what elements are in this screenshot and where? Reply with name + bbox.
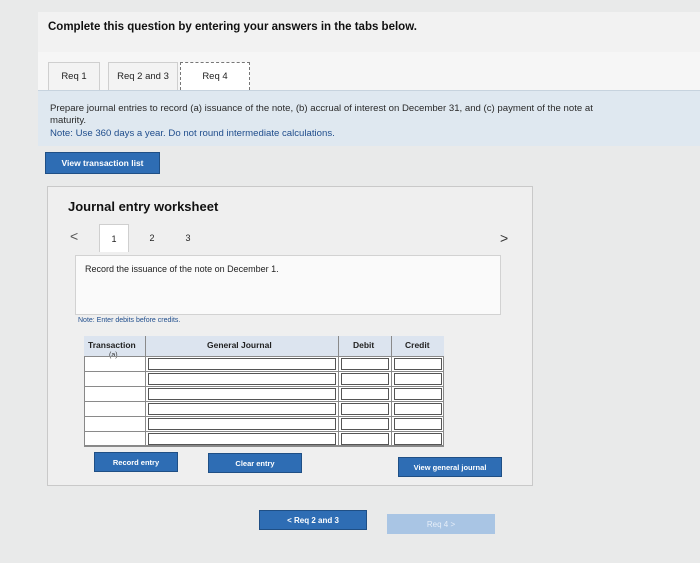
general-journal-input[interactable]	[148, 418, 336, 430]
prompt-text: Prepare journal entries to record (a) is…	[50, 103, 593, 114]
worksheet-page-2[interactable]: 2	[137, 224, 167, 252]
row-divider	[84, 431, 444, 432]
row-divider	[84, 371, 444, 372]
credit-input[interactable]	[394, 403, 442, 415]
col-header-transaction: Transaction	[88, 340, 136, 350]
record-entry-button[interactable]: Record entry	[94, 452, 178, 472]
general-journal-input[interactable]	[148, 373, 336, 385]
chevron-left-icon[interactable]: <	[70, 228, 78, 244]
view-transaction-list-button[interactable]: View transaction list	[45, 152, 160, 174]
note-debits-before-credits: Note: Enter debits before credits.	[78, 317, 181, 324]
row-divider	[84, 446, 444, 447]
tab-req-4[interactable]: Req 4	[180, 62, 250, 90]
view-general-journal-button[interactable]: View general journal	[398, 457, 502, 477]
prev-req-button[interactable]: < Req 2 and 3	[259, 510, 367, 530]
credit-input[interactable]	[394, 388, 442, 400]
next-req-button[interactable]: Req 4 >	[387, 514, 495, 534]
tab-req-2-and-3[interactable]: Req 2 and 3	[108, 62, 178, 90]
credit-input[interactable]	[394, 358, 442, 370]
general-journal-input[interactable]	[148, 403, 336, 415]
general-journal-input[interactable]	[148, 388, 336, 400]
credit-input[interactable]	[394, 373, 442, 385]
worksheet-page-1[interactable]: 1	[99, 224, 129, 252]
credit-input[interactable]	[394, 418, 442, 430]
debit-input[interactable]	[341, 403, 389, 415]
row-divider	[84, 386, 444, 387]
prompt-note: Note: Use 360 days a year. Do not round …	[50, 128, 335, 139]
row-divider	[84, 401, 444, 402]
col-header-credit: Credit	[405, 340, 430, 350]
row-divider	[84, 356, 444, 357]
tab-req-1[interactable]: Req 1	[48, 62, 100, 90]
debit-input[interactable]	[341, 373, 389, 385]
debit-input[interactable]	[341, 358, 389, 370]
worksheet-page-3[interactable]: 3	[173, 224, 203, 252]
prompt-text-continued: maturity.	[50, 115, 87, 126]
col-header-debit: Debit	[353, 340, 375, 350]
column-divider	[145, 336, 146, 446]
general-journal-input[interactable]	[148, 433, 336, 445]
column-divider	[391, 336, 392, 446]
instruction-text: Complete this question by entering your …	[48, 21, 417, 33]
column-divider	[338, 336, 339, 446]
worksheet-title: Journal entry worksheet	[68, 199, 219, 214]
debit-input[interactable]	[341, 388, 389, 400]
general-journal-input[interactable]	[148, 358, 336, 370]
record-instruction-text: Record the issuance of the note on Decem…	[85, 264, 279, 274]
row-divider	[84, 416, 444, 417]
debit-input[interactable]	[341, 418, 389, 430]
debit-input[interactable]	[341, 433, 389, 445]
col-header-general-journal: General Journal	[207, 340, 272, 350]
clear-entry-button[interactable]: Clear entry	[208, 453, 302, 473]
chevron-right-icon[interactable]: >	[500, 230, 508, 246]
credit-input[interactable]	[394, 433, 442, 445]
